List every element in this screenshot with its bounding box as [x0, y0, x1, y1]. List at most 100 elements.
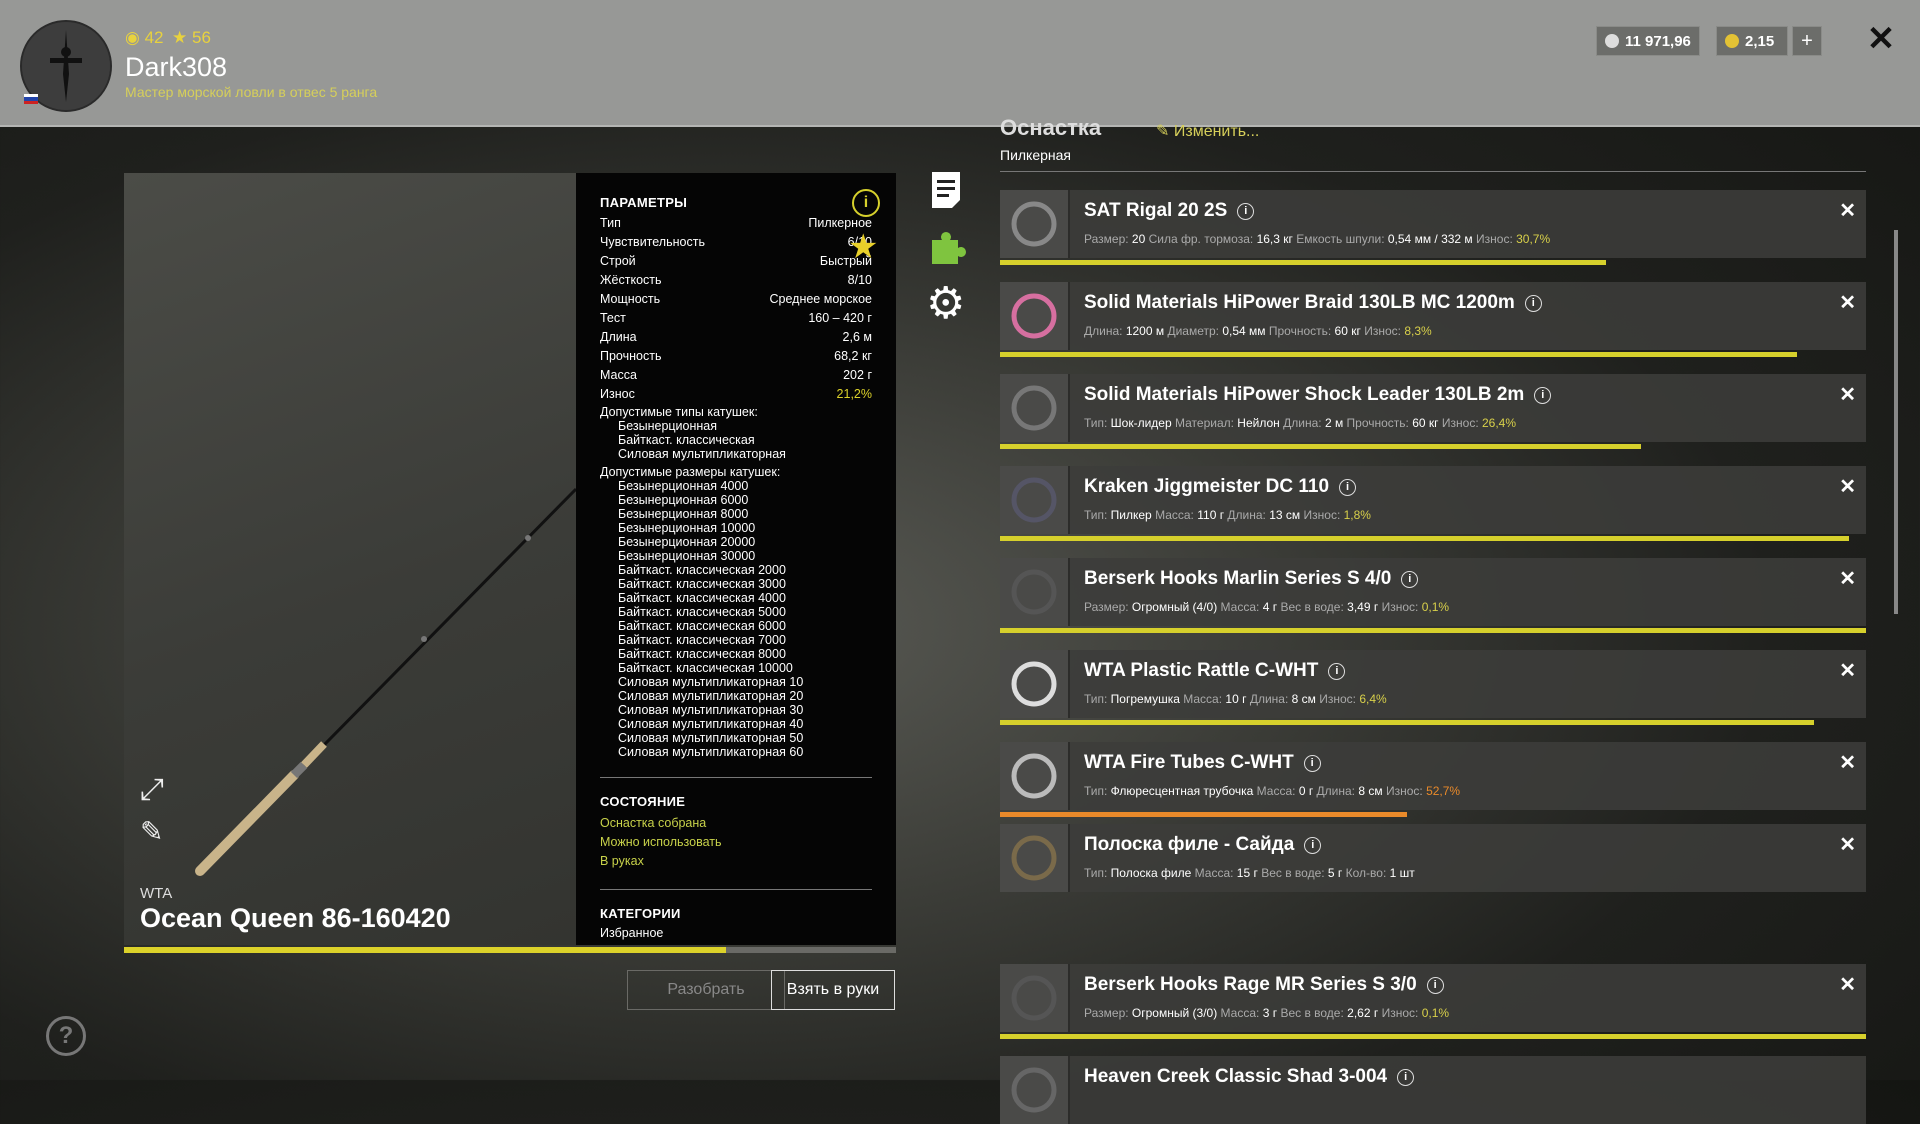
stat-label: Масса: [1155, 508, 1198, 522]
tackle-item-stats: Длина: 1200 м Диаметр: 0,54 мм Прочность… [1084, 324, 1432, 338]
tackle-item[interactable]: Kraken Jiggmeister DC 110 i Тип: Пилкер Ма… [1000, 466, 1866, 534]
param-value: 68,2 кг [834, 349, 872, 363]
tackle-item-thumbnail [1000, 282, 1070, 350]
stat-value: 13 см [1269, 508, 1301, 522]
stat-value: Шок-лидер [1110, 416, 1172, 430]
remove-item-close-icon[interactable]: ✕ [1839, 382, 1856, 407]
param-row: Чувствительность 6/10 [600, 233, 872, 252]
stat-label: Кол-во: [1345, 866, 1390, 880]
info-icon[interactable]: i [1397, 1069, 1415, 1086]
stat-value: 2 м [1324, 416, 1344, 430]
remove-item-close-icon[interactable]: ✕ [1839, 566, 1856, 591]
tackle-item[interactable]: SAT Rigal 20 2S i Размер: 20 Сила фр. торм… [1000, 190, 1866, 258]
tackle-item-name: Berserk Hooks Marlin Series S 4/0 i [1084, 568, 1419, 590]
favorite-star-icon[interactable]: ★ [848, 227, 878, 267]
tackle-item-name: WTA Plastic Rattle C-WHT i [1084, 660, 1346, 682]
tackle-item[interactable]: WTA Fire Tubes C-WHT i Тип: Флюресцентная … [1000, 742, 1866, 810]
info-icon[interactable]: i [1401, 571, 1419, 588]
rod-name: Ocean Queen 86-160420 [140, 903, 451, 933]
stat-value: 0,54 мм / 332 м [1387, 232, 1473, 246]
info-icon[interactable]: i [1339, 479, 1357, 496]
rod-preview[interactable]: ⤢ ✎ WTA Ocean Queen 86-160420 [124, 173, 578, 945]
param-value: 21,2% [836, 387, 872, 401]
tackle-item[interactable]: Berserk Hooks Rage MR Series S 3/0 i Разме… [1000, 964, 1866, 1032]
star-icon: ★ [172, 28, 188, 47]
remove-item-close-icon[interactable]: ✕ [1839, 290, 1856, 315]
stat-value: 4 г [1262, 600, 1278, 614]
stat-value: 110 г [1197, 508, 1225, 522]
tackle-item[interactable]: Полоска филе - Сайда i Тип: Полоска филе М… [1000, 824, 1866, 892]
param-label: Масса [600, 368, 637, 382]
level-icon: ◉ [125, 28, 140, 47]
stat-value: Огромный (4/0) [1131, 600, 1218, 614]
info-icon[interactable]: i [1304, 837, 1322, 854]
stat-label: Масса: [1220, 1006, 1263, 1020]
help-icon[interactable]: ? [46, 1016, 86, 1056]
info-icon[interactable]: i [1303, 755, 1321, 772]
tackle-item-stats: Тип: Полоска филе Масса: 15 г Вес в воде… [1084, 866, 1415, 880]
reel-sizes-title: Допустимые размеры катушек: [600, 465, 781, 479]
stat-value: 10 г [1225, 692, 1247, 706]
info-icon[interactable]: i [852, 189, 880, 217]
stat-label: Размер: [1084, 232, 1132, 246]
info-icon[interactable]: i [1237, 203, 1255, 220]
param-value: 8/10 [847, 273, 872, 287]
stat-value: 8 см [1358, 784, 1383, 798]
stat-label: Масса: [1256, 784, 1299, 798]
remove-item-close-icon[interactable]: ✕ [1839, 198, 1856, 223]
remove-item-close-icon[interactable]: ✕ [1839, 832, 1856, 857]
reel-size-item: Силовая мультипликаторная 50 [618, 731, 804, 745]
take-in-hands-button[interactable]: Взять в руки [771, 970, 895, 1010]
tackle-item[interactable]: Solid Materials HiPower Shock Leader 130… [1000, 374, 1866, 442]
tackle-item-title: Heaven Creek Classic Shad 3-004 [1084, 1066, 1388, 1087]
tackle-item-title: Solid Materials HiPower Braid 130LB MC 1… [1084, 292, 1515, 313]
reel-sizes-list: Безынерционная 4000 Безынерционная 6000 Бе… [600, 479, 872, 759]
tackle-item-name: Solid Materials HiPower Braid 130LB MC 1… [1084, 292, 1542, 314]
info-icon[interactable]: i [1328, 663, 1346, 680]
add-gold-button[interactable]: + [1792, 26, 1822, 56]
tackle-item-wear-fill [1000, 260, 1607, 265]
remove-item-close-icon[interactable]: ✕ [1839, 658, 1856, 683]
tackle-item-wear-fill [1000, 352, 1797, 357]
tackle-item-thumbnail [1000, 1056, 1070, 1124]
tackle-item-title: WTA Fire Tubes C-WHT [1084, 752, 1294, 773]
info-icon[interactable]: i [1524, 295, 1542, 312]
param-label: Тип [600, 216, 621, 230]
tackle-item[interactable]: Solid Materials HiPower Braid 130LB MC 1… [1000, 282, 1866, 350]
reel-size-item: Силовая мультипликаторная 40 [618, 717, 804, 731]
rod-condition-bar [124, 947, 896, 953]
reel-types-list: Безынерционная Байткаст. классическая Сило… [600, 419, 872, 461]
profile-header: ◉ 42 ★ 56 Dark308 Мастер морской ловли в… [0, 0, 1920, 127]
tackle-item-stats: Тип: Погремушка Масса: 10 г Длина: 8 см … [1084, 692, 1387, 706]
info-icon[interactable]: i [1534, 387, 1552, 404]
info-icon[interactable]: i [1426, 977, 1444, 994]
close-button[interactable]: ✕ [1864, 22, 1898, 56]
fullscreen-icon[interactable]: ⤢ [140, 773, 164, 807]
state-item: Можно использовать [600, 835, 722, 849]
remove-item-close-icon[interactable]: ✕ [1839, 750, 1856, 775]
tackle-item[interactable]: WTA Plastic Rattle C-WHT i Тип: Погремушка… [1000, 650, 1866, 718]
reel-size-item: Силовая мультипликаторная 60 [618, 745, 804, 759]
disassemble-button[interactable]: Разобрать [627, 970, 785, 1010]
remove-item-close-icon[interactable]: ✕ [1839, 972, 1856, 997]
notes-icon[interactable] [930, 170, 962, 210]
remove-item-close-icon[interactable]: ✕ [1839, 474, 1856, 499]
stat-label: Тип: [1084, 692, 1111, 706]
wear-value: 8,3% [1404, 324, 1432, 338]
puzzle-icon[interactable] [928, 228, 968, 268]
edit-pencil-icon: ✎ [1156, 123, 1170, 140]
country-flag-icon [24, 94, 38, 104]
tackle-item-wear-bar [1000, 444, 1866, 449]
tackle-item[interactable]: Berserk Hooks Marlin Series S 4/0 i Размер… [1000, 558, 1866, 626]
stat-label: Масса: [1220, 600, 1263, 614]
edit-icon[interactable]: ✎ [140, 815, 163, 848]
reel-size-item: Байткаст. классическая 4000 [618, 591, 786, 605]
settings-gear-icon[interactable]: ⚙ [926, 282, 965, 326]
stat-value: 60 кг [1334, 324, 1361, 338]
reel-size-item: Силовая мультипликаторная 20 [618, 689, 804, 703]
edit-tackle-link[interactable]: ✎ Изменить... [1156, 121, 1259, 141]
tackle-item-thumbnail [1000, 650, 1070, 718]
param-row: Прочность 68,2 кг [600, 347, 872, 366]
scrollbar[interactable] [1894, 230, 1898, 614]
tackle-item[interactable]: Heaven Creek Classic Shad 3-004 i [1000, 1056, 1866, 1124]
